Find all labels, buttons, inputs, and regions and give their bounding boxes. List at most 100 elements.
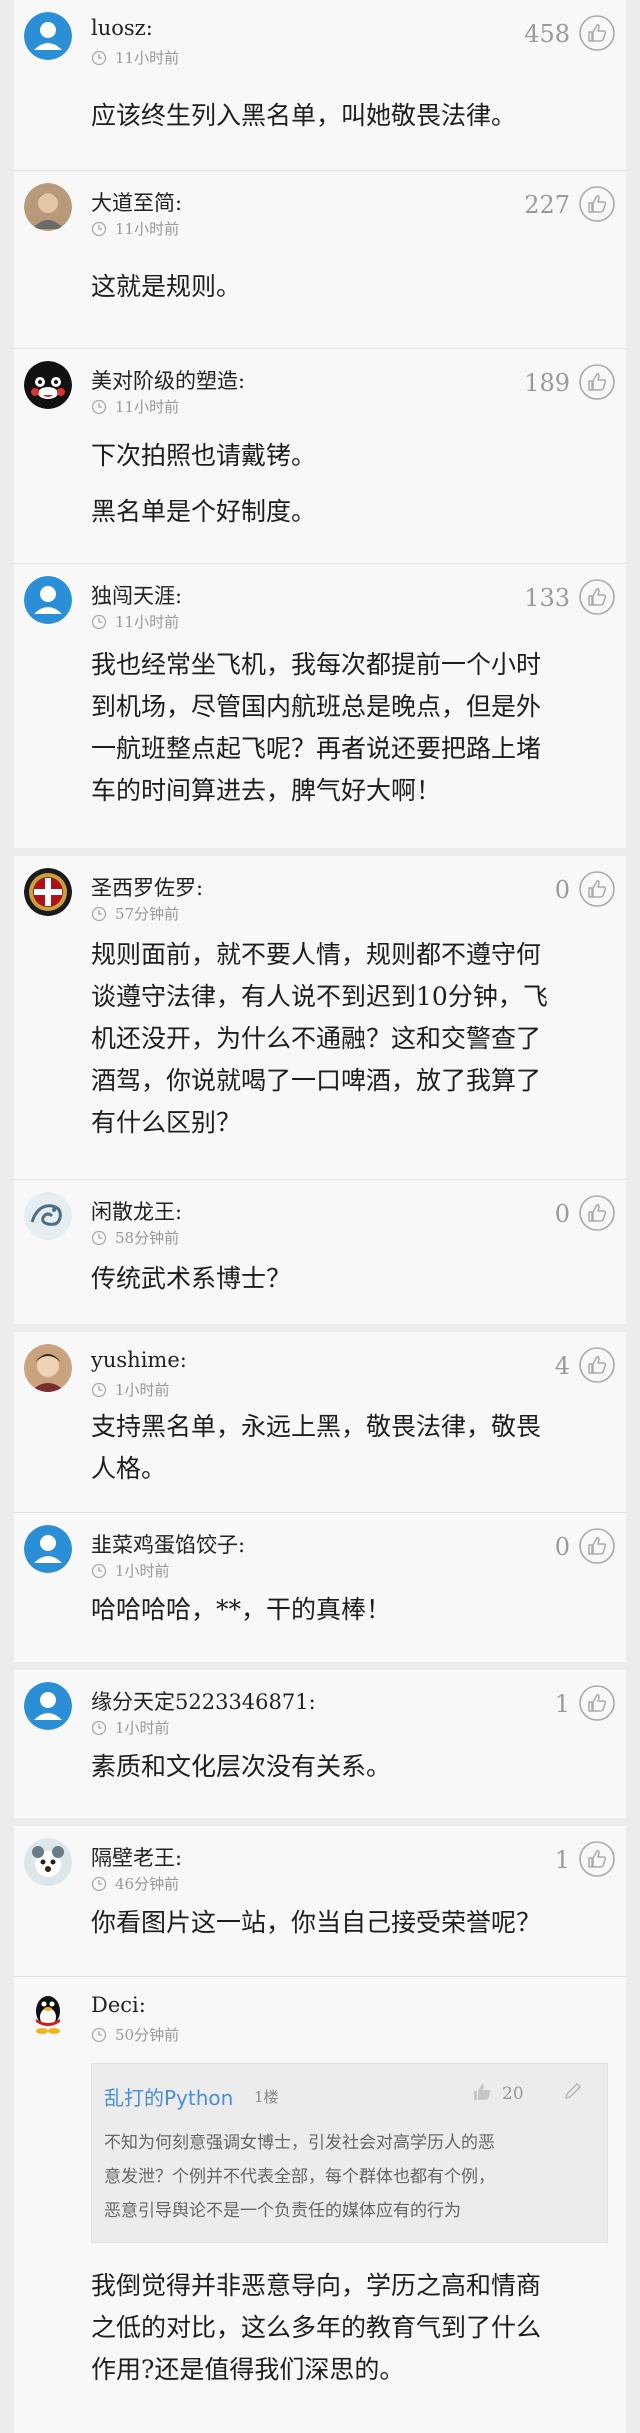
like-count: 227 — [524, 191, 570, 219]
thumbs-up-icon[interactable] — [578, 1527, 616, 1565]
thumbs-up-icon[interactable] — [470, 2080, 494, 2104]
timestamp: 50分钟前 — [91, 2024, 179, 2045]
quoted-line: 恶意引导舆论不是一个负责任的媒体应有的行为 — [104, 2201, 461, 2221]
comment-item: 圣西罗佐罗: 57分钟前 0 规则面前，就不要人情，规则都不遵守何 谈遵守法律，… — [14, 856, 626, 1179]
comment-text: 下次拍照也请戴铐。 黑名单是个好制度。 — [91, 435, 611, 533]
clock-icon — [91, 906, 107, 922]
comment-item: luosz: 11小时前 458 应该终生列入黑名单，叫她敬畏法律。 — [14, 0, 626, 170]
comment-item: 缘分天定5223346871: 1小时前 1 素质和文化层次没有关系。 — [14, 1670, 626, 1818]
timestamp-text: 57分钟前 — [115, 905, 180, 923]
clock-icon — [91, 1563, 107, 1579]
timestamp: 1小时前 — [91, 1560, 170, 1581]
clock-icon — [91, 614, 107, 630]
comment-item: 独闯天涯: 11小时前 133 我也经常坐飞机，我每次都提前一个小时 到机场，尽… — [14, 564, 626, 848]
default-user-avatar[interactable] — [24, 12, 72, 60]
like-count: 0 — [554, 1200, 570, 1228]
timestamp-text: 50分钟前 — [115, 2026, 180, 2044]
clock-icon — [91, 1720, 107, 1736]
comment-line: 这就是规则。 — [91, 272, 242, 301]
like-count: 189 — [524, 369, 570, 397]
comment-card: yushime: 1小时前 4 支持黑名单，永远上黑，敬畏法律，敬畏 人格。 韭… — [14, 1332, 626, 1662]
comment-card: 缘分天定5223346871: 1小时前 1 素质和文化层次没有关系。 — [14, 1670, 626, 1818]
photo-avatar[interactable] — [24, 183, 72, 231]
timestamp-text: 58分钟前 — [115, 1229, 180, 1247]
comment-line: 规则面前，就不要人情，规则都不遵守何 — [91, 940, 542, 969]
comment-text: 规则面前，就不要人情，规则都不遵守何 谈遵守法律，有人说不到迟到10分钟，飞 机… — [91, 934, 611, 1144]
username[interactable]: luosz: — [91, 16, 153, 40]
comment-card: luosz: 11小时前 458 应该终生列入黑名单，叫她敬畏法律。 大道至简:… — [14, 0, 626, 848]
photo-avatar[interactable] — [24, 1344, 72, 1392]
timestamp: 57分钟前 — [91, 903, 179, 924]
username[interactable]: 韭菜鸡蛋馅饺子: — [91, 1529, 245, 1559]
bear-avatar[interactable] — [24, 361, 72, 409]
comment-item: 韭菜鸡蛋馅饺子: 1小时前 0 哈哈哈哈，**，干的真棒！ — [14, 1513, 626, 1662]
pet-avatar[interactable] — [24, 1838, 72, 1886]
username[interactable]: 缘分天定5223346871: — [91, 1686, 316, 1716]
thumbs-up-icon[interactable] — [578, 14, 616, 52]
comment-line: 我倒觉得并非恶意导向，学历之高和情商 — [91, 2271, 542, 2300]
clock-icon — [91, 1382, 107, 1398]
comment-line: 酒驾，你说就喝了一口啤酒，放了我算了 — [91, 1066, 542, 1095]
timestamp-text: 1小时前 — [115, 1719, 170, 1737]
timestamp-text: 1小时前 — [115, 1381, 170, 1399]
username[interactable]: 圣西罗佐罗: — [91, 872, 203, 902]
comment-item: 闲散龙王: 58分钟前 0 传统武术系博士？ — [14, 1180, 626, 1324]
username[interactable]: 隔壁老王: — [91, 1842, 182, 1872]
pencil-icon[interactable] — [562, 2080, 584, 2102]
thumbs-up-icon[interactable] — [578, 363, 616, 401]
timestamp-text: 11小时前 — [115, 49, 180, 67]
quoted-line: 意发泄？个例并不代表全部，每个群体也都有个例， — [104, 2167, 495, 2187]
like-count: 1 — [554, 1690, 570, 1718]
default-user-avatar[interactable] — [24, 1525, 72, 1573]
comment-line: 作用?还是值得我们深思的。 — [91, 2355, 405, 2384]
timestamp-text: 11小时前 — [115, 220, 180, 238]
username[interactable]: 大道至简: — [91, 187, 182, 217]
comment-text: 传统武术系博士？ — [91, 1258, 611, 1300]
default-user-avatar[interactable] — [24, 576, 72, 624]
penguin-avatar[interactable] — [24, 1989, 72, 2037]
quoted-username[interactable]: 乱打的Python — [104, 2082, 233, 2111]
username[interactable]: yushime: — [91, 1348, 187, 1372]
thumbs-up-icon[interactable] — [578, 1346, 616, 1384]
comment-item: yushime: 1小时前 4 支持黑名单，永远上黑，敬畏法律，敬畏 人格。 — [14, 1332, 626, 1512]
comment-text: 这就是规则。 — [91, 266, 611, 308]
comment-text: 支持黑名单，永远上黑，敬畏法律，敬畏 人格。 — [91, 1406, 611, 1490]
timestamp: 58分钟前 — [91, 1227, 179, 1248]
thumbs-up-icon[interactable] — [578, 870, 616, 908]
thumbs-up-icon[interactable] — [578, 1684, 616, 1722]
quoted-line: 不知为何刻意强调女博士，引发社会对高学历人的恶 — [104, 2133, 495, 2153]
timestamp-text: 11小时前 — [115, 398, 180, 416]
username[interactable]: 独闯天涯: — [91, 580, 182, 610]
comment-line: 车的时间算进去，脾气好大啊！ — [91, 776, 442, 805]
thumbs-up-icon[interactable] — [578, 1194, 616, 1232]
username[interactable]: Deci: — [91, 1993, 146, 2017]
timestamp: 1小时前 — [91, 1379, 170, 1400]
comment-item: 大道至简: 11小时前 227 这就是规则。 — [14, 171, 626, 348]
thumbs-up-icon[interactable] — [578, 185, 616, 223]
clock-icon — [91, 1876, 107, 1892]
dragon-avatar[interactable] — [24, 1192, 72, 1240]
default-user-avatar[interactable] — [24, 1682, 72, 1730]
clock-icon — [91, 2027, 107, 2043]
club-badge-avatar[interactable] — [24, 868, 72, 916]
comment-text: 应该终生列入黑名单，叫她敬畏法律。 — [91, 95, 611, 137]
timestamp: 11小时前 — [91, 396, 179, 417]
comment-item: 美对阶级的塑造: 11小时前 189 下次拍照也请戴铐。 黑名单是个好制度。 — [14, 349, 626, 563]
username[interactable]: 美对阶级的塑造: — [91, 365, 245, 395]
thumbs-up-icon[interactable] — [578, 578, 616, 616]
thumbs-up-icon[interactable] — [578, 1840, 616, 1878]
comment-line: 应该终生列入黑名单，叫她敬畏法律。 — [91, 101, 517, 130]
username[interactable]: 闲散龙王: — [91, 1196, 182, 1226]
timestamp: 11小时前 — [91, 218, 179, 239]
comment-line: 到机场，尽管国内航班总是晚点，但是外 — [91, 692, 542, 721]
timestamp: 11小时前 — [91, 47, 179, 68]
floor-label: 1楼 — [254, 2088, 279, 2106]
comment-line: 下次拍照也请戴铐。 — [91, 441, 317, 470]
comment-line: 素质和文化层次没有关系。 — [91, 1752, 392, 1781]
like-count: 4 — [554, 1352, 570, 1380]
like-count: 133 — [524, 584, 570, 612]
comment-line: 哈哈哈哈，**，干的真棒！ — [91, 1595, 392, 1624]
comment-text: 素质和文化层次没有关系。 — [91, 1746, 611, 1788]
quoted-reply[interactable]: 乱打的Python 1楼 20 不知为何刻意强调女博士，引发社会对高学历人的恶 … — [91, 2063, 608, 2243]
comment-line: 机还没开，为什么不通融？这和交警查了 — [91, 1024, 542, 1053]
